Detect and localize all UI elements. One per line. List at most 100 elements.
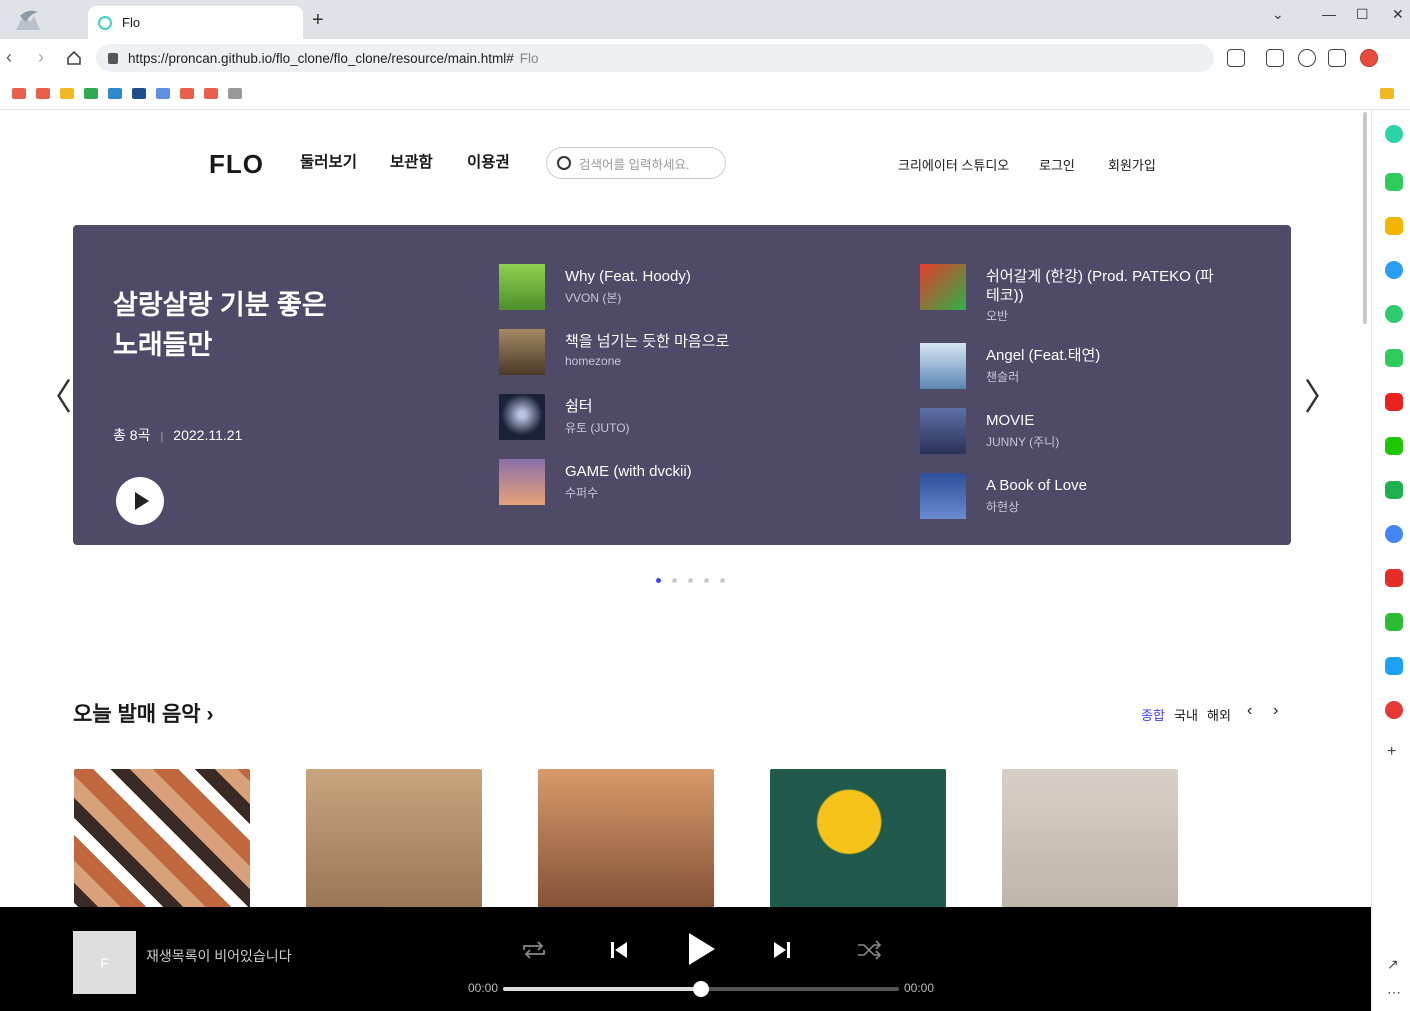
sidebar-app-icon[interactable] <box>1385 437 1403 455</box>
bookmark-folder-icon[interactable] <box>36 88 50 99</box>
sidebar-add-icon[interactable]: + <box>1387 743 1396 761</box>
album-cover[interactable] <box>538 769 714 907</box>
sidebar-app-icon[interactable] <box>1385 125 1403 143</box>
filter-domestic[interactable]: 국내 <box>1174 705 1198 724</box>
banner-track[interactable]: 쉬어갈게 (한강) (Prod. PATEKO (파테코)) 오반 <box>920 264 1240 324</box>
pagination-dot[interactable] <box>720 578 725 583</box>
bookmark-folder-icon[interactable] <box>84 88 98 99</box>
sidebar-app-icon[interactable] <box>1385 701 1403 719</box>
extension-screen-icon[interactable] <box>1266 49 1284 67</box>
close-window-button[interactable]: ✕ <box>1392 6 1404 23</box>
split-view-icon[interactable] <box>1328 49 1346 67</box>
banner-track[interactable]: A Book of Love 하현상 <box>920 473 1240 523</box>
sidebar-app-icon[interactable] <box>1385 173 1403 191</box>
tab-flo[interactable]: Flo <box>88 6 303 39</box>
signup-link[interactable]: 회원가입 <box>1108 155 1156 174</box>
scrollbar-thumb[interactable] <box>1363 112 1367 324</box>
home-icon[interactable] <box>66 50 82 66</box>
banner-track[interactable]: 쉼터 유토 (JUTO) <box>499 394 819 444</box>
filter-all[interactable]: 종합 <box>1141 705 1165 724</box>
bookmark-folder-icon[interactable] <box>108 88 122 99</box>
sidebar-app-icon[interactable] <box>1385 481 1403 499</box>
track-cover <box>499 264 545 310</box>
banner-prev-arrow-icon[interactable]: 〈 <box>36 368 72 420</box>
album-cover[interactable] <box>74 769 250 907</box>
previous-track-icon[interactable] <box>609 940 629 960</box>
section-prev-icon[interactable]: ‹ <box>1247 702 1252 720</box>
banner-pagination <box>656 578 736 583</box>
tab-search-chevron-icon[interactable]: ⌄ <box>1272 6 1284 23</box>
filter-overseas[interactable]: 해외 <box>1207 705 1231 724</box>
track-artist: 유토 (JUTO) <box>565 421 630 435</box>
banner-date: 2022.11.21 <box>173 427 243 443</box>
flo-logo[interactable]: FLO <box>209 149 264 180</box>
track-artist: 챈슬러 <box>986 370 1020 384</box>
shuffle-icon[interactable] <box>856 940 882 960</box>
album-cover[interactable] <box>1002 769 1178 907</box>
url-text: https://proncan.github.io/flo_clone/flo_… <box>128 50 514 66</box>
sidebar-external-icon[interactable]: ↗ <box>1387 956 1399 973</box>
track-title: 책을 넘기는 듯한 마음으로 <box>565 333 730 350</box>
album-cover[interactable] <box>770 769 946 907</box>
progress-knob[interactable] <box>693 981 709 997</box>
bookmark-folder-icon[interactable] <box>132 88 146 99</box>
bookmark-folder-icon[interactable] <box>12 88 26 99</box>
pagination-dot[interactable] <box>688 578 693 583</box>
nav-browse[interactable]: 둘러보기 <box>300 150 357 172</box>
section-next-icon[interactable]: › <box>1273 702 1278 720</box>
page-scrollbar[interactable] <box>1360 110 1370 907</box>
sidebar-app-icon[interactable] <box>1385 261 1403 279</box>
new-tab-button[interactable]: + <box>312 10 324 30</box>
url-input[interactable]: https://proncan.github.io/flo_clone/flo_… <box>96 44 1214 72</box>
section-title[interactable]: 오늘 발매 음악 › <box>73 698 213 728</box>
sidebar-app-icon[interactable] <box>1385 569 1403 587</box>
login-link[interactable]: 로그인 <box>1039 155 1075 174</box>
extension-puzzle-icon[interactable] <box>1227 49 1245 67</box>
sidebar-app-icon[interactable] <box>1385 393 1403 411</box>
sidebar-app-icon[interactable] <box>1385 657 1403 675</box>
banner-track[interactable]: GAME (with dvckii) 수퍼수 <box>499 459 819 509</box>
bookmark-folder-icon[interactable] <box>180 88 194 99</box>
sidebar-app-icon[interactable] <box>1385 613 1403 631</box>
bookmarks-bar <box>0 77 1410 110</box>
bookmark-printer-icon[interactable] <box>228 88 242 99</box>
bookmark-folder-icon[interactable] <box>204 88 218 99</box>
sidebar-more-icon[interactable]: ⋯ <box>1387 984 1401 1001</box>
pagination-dot[interactable] <box>704 578 709 583</box>
banner-track[interactable]: 책을 넘기는 듯한 마음으로 homezone <box>499 329 819 379</box>
repeat-icon[interactable] <box>520 940 548 960</box>
minimize-button[interactable]: — <box>1322 6 1336 22</box>
banner-track[interactable]: Why (Feat. Hoody) VVON (본) <box>499 264 819 314</box>
pagination-dot[interactable] <box>672 578 677 583</box>
bookmark-folder-icon[interactable] <box>156 88 170 99</box>
back-button[interactable]: ‹ <box>6 47 12 68</box>
lock-icon <box>108 52 118 64</box>
playlist-banner[interactable]: 살랑살랑 기분 좋은 노래들만 총 8곡 | 2022.11.21 Why (Fea… <box>73 225 1291 545</box>
track-cover <box>499 459 545 505</box>
nav-library[interactable]: 보관함 <box>390 150 433 172</box>
search-input[interactable]: 검색어를 입력하세요. <box>546 147 726 179</box>
extension-camera-icon[interactable] <box>1298 49 1316 67</box>
sidebar-app-icon[interactable] <box>1385 305 1403 323</box>
banner-track[interactable]: Angel (Feat.태연) 챈슬러 <box>920 343 1240 393</box>
bookmark-folder-icon[interactable] <box>60 88 74 99</box>
sidebar-app-icon[interactable] <box>1385 217 1403 235</box>
nav-voucher[interactable]: 이용권 <box>467 150 510 172</box>
progress-slider[interactable] <box>503 981 899 997</box>
maximize-button[interactable]: ☐ <box>1356 6 1369 23</box>
album-cover[interactable] <box>306 769 482 907</box>
other-bookmarks-folder-icon[interactable] <box>1380 88 1394 99</box>
next-track-icon[interactable] <box>772 940 792 960</box>
sidebar-app-icon[interactable] <box>1385 525 1403 543</box>
profile-avatar[interactable] <box>1360 49 1378 67</box>
sidebar-app-icon[interactable] <box>1385 349 1403 367</box>
play-icon[interactable] <box>687 932 717 966</box>
flo-page: FLO 둘러보기 보관함 이용권 검색어를 입력하세요. 크리에이터 스튜디오 … <box>0 110 1360 907</box>
banner-next-arrow-icon[interactable]: 〉 <box>1304 368 1340 420</box>
banner-play-button[interactable] <box>116 477 164 525</box>
forward-button[interactable]: › <box>38 47 44 68</box>
track-artist: 오반 <box>986 309 1009 323</box>
pagination-dot[interactable] <box>656 578 661 583</box>
creator-studio-link[interactable]: 크리에이터 스튜디오 <box>898 155 1009 174</box>
banner-track[interactable]: MOVIE JUNNY (주니) <box>920 408 1240 458</box>
